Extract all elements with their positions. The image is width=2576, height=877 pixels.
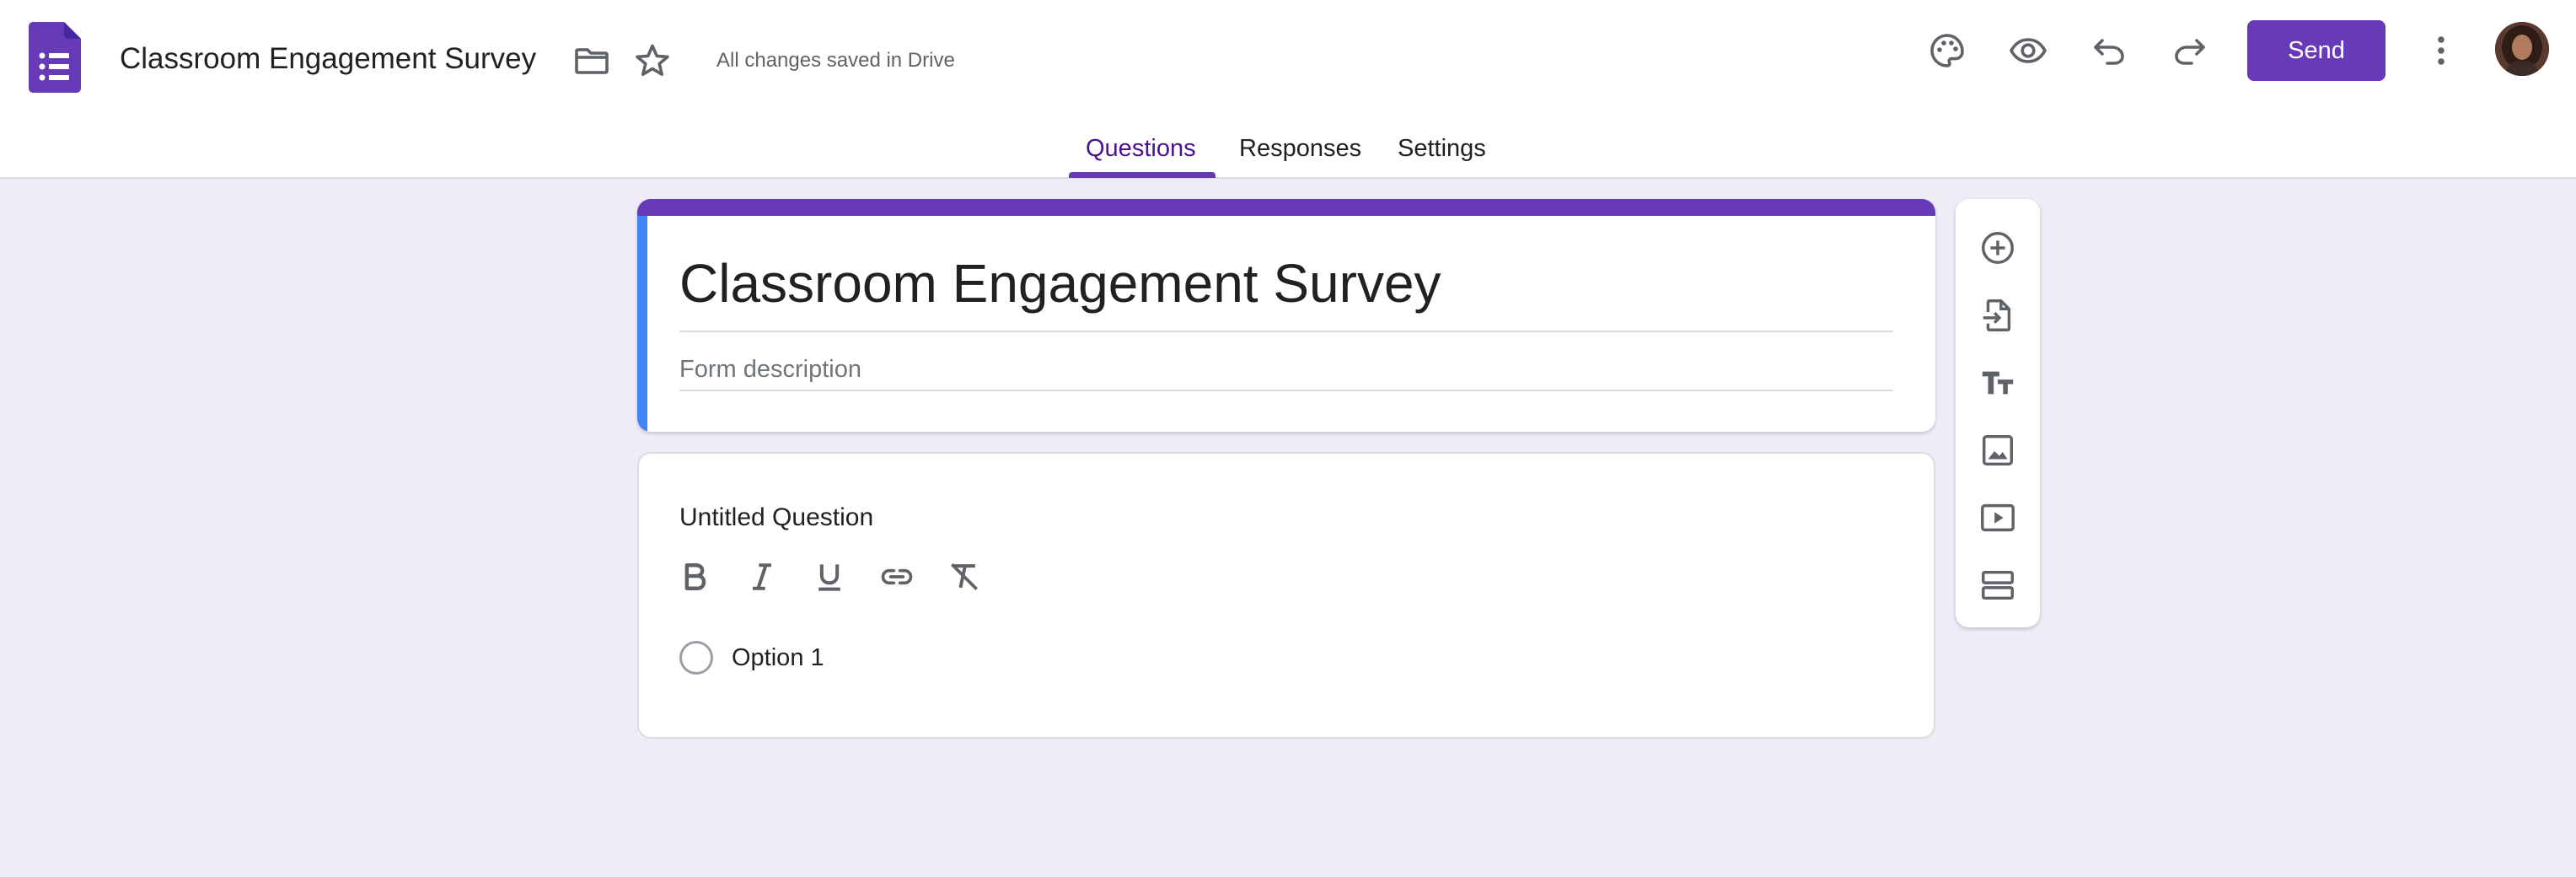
folder-icon[interactable]	[568, 37, 615, 84]
tab-settings[interactable]: Settings	[1398, 132, 1486, 165]
form-title-input[interactable]: Classroom Engagement Survey	[679, 250, 1441, 317]
link-icon[interactable]	[873, 553, 920, 600]
add-question-icon[interactable]	[1971, 221, 2025, 275]
forms-logo-icon[interactable]	[29, 22, 81, 93]
form-title-card[interactable]: Classroom Engagement Survey Form descrip…	[637, 199, 1935, 432]
save-status: All changes saved in Drive	[716, 49, 955, 72]
active-tab-indicator	[1069, 172, 1216, 178]
send-button[interactable]: Send	[2247, 20, 2385, 81]
undo-icon[interactable]	[2085, 27, 2133, 74]
form-description-input[interactable]: Form description	[679, 352, 861, 386]
side-toolbar	[1956, 199, 2040, 627]
add-title-icon[interactable]	[1971, 356, 2025, 410]
palette-icon[interactable]	[1924, 27, 1971, 74]
option-radio[interactable]	[679, 641, 713, 675]
question-card[interactable]: Untitled Question Option 1	[637, 452, 1935, 739]
tab-responses[interactable]: Responses	[1239, 132, 1361, 165]
underline-icon[interactable]	[806, 553, 853, 600]
redo-icon[interactable]	[2166, 27, 2214, 74]
document-title[interactable]: Classroom Engagement Survey	[120, 39, 536, 79]
import-questions-icon[interactable]	[1971, 288, 2025, 342]
top-app-bar: Classroom Engagement Survey All changes …	[0, 0, 2576, 179]
italic-icon[interactable]	[738, 553, 786, 600]
card-focus-indicator	[637, 216, 647, 432]
tab-questions[interactable]: Questions	[1086, 132, 1196, 165]
bold-icon[interactable]	[671, 553, 718, 600]
preview-eye-icon[interactable]	[2004, 27, 2052, 74]
star-icon[interactable]	[629, 37, 676, 84]
question-title-input[interactable]: Untitled Question	[679, 501, 873, 535]
add-section-icon[interactable]	[1971, 558, 2025, 612]
add-video-icon[interactable]	[1971, 491, 2025, 545]
add-image-icon[interactable]	[1971, 423, 2025, 477]
divider	[679, 331, 1893, 332]
divider	[679, 390, 1893, 391]
option-label[interactable]: Option 1	[732, 643, 824, 673]
card-accent-bar	[637, 199, 1935, 216]
more-vert-icon[interactable]	[2418, 27, 2465, 74]
clear-format-icon[interactable]	[941, 553, 988, 600]
avatar[interactable]	[2495, 22, 2549, 76]
